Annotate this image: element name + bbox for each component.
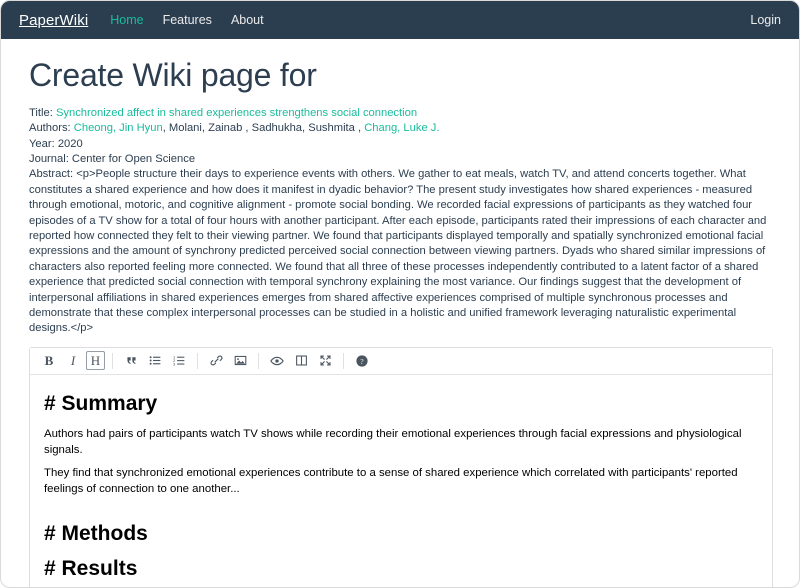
paper-abstract: Abstract: <p>People structure their days… xyxy=(29,167,771,336)
bold-icon[interactable]: B xyxy=(38,351,60,371)
unordered-list-icon[interactable] xyxy=(144,351,166,371)
markdown-editor: B I H 1 2 3 ? # Summary Authors had pair… xyxy=(29,346,773,587)
editor-heading-summary: # Summary xyxy=(44,391,158,415)
navbar-right: Login xyxy=(750,11,781,29)
editor-paragraph-2: They find that synchronized emotional ex… xyxy=(44,466,738,496)
svg-text:3: 3 xyxy=(173,362,176,367)
toolbar-separator xyxy=(112,352,113,369)
nav-item-about[interactable]: About xyxy=(231,13,264,27)
editor-heading-methods: # Methods xyxy=(44,521,148,545)
nav-links: Home Features About xyxy=(110,13,263,27)
nav-item-home[interactable]: Home xyxy=(110,13,143,27)
paper-year-value: 2020 xyxy=(57,137,83,150)
toolbar-separator xyxy=(343,352,344,369)
fullscreen-icon[interactable] xyxy=(314,351,336,371)
app-window: PaperWiki Home Features About Login Crea… xyxy=(0,0,800,588)
quote-icon[interactable] xyxy=(120,351,142,371)
paper-abstract-value: <p>People structure their days to experi… xyxy=(29,168,767,335)
editor-text-area[interactable]: # Summary Authors had pairs of participa… xyxy=(30,375,772,587)
editor-paragraph-1: Authors had pairs of participants watch … xyxy=(44,428,742,457)
author-link-2[interactable]: Chang, Luke J. xyxy=(364,122,439,134)
paper-title-row: Title: Synchronized affect in shared exp… xyxy=(29,106,771,121)
paper-year-label: Year: xyxy=(29,137,55,150)
paper-metadata: Title: Synchronized affect in shared exp… xyxy=(29,106,771,168)
paper-journal-label: Journal: xyxy=(29,153,69,166)
page-title: Create Wiki page for xyxy=(29,57,317,93)
paper-abstract-label: Abstract: xyxy=(29,168,74,181)
paper-authors-label: Authors: xyxy=(29,122,71,135)
ordered-list-icon[interactable]: 1 2 3 xyxy=(168,351,190,371)
image-icon[interactable] xyxy=(229,351,251,371)
paper-authors-row: Authors: Cheong, Jin Hyun, Molani, Zaina… xyxy=(29,121,771,136)
preview-eye-icon[interactable] xyxy=(266,351,288,371)
link-icon[interactable] xyxy=(205,351,227,371)
paper-journal-value: Center for Open Science xyxy=(71,153,196,166)
page-content: Create Wiki page for Title: Synchronized… xyxy=(1,39,799,587)
toolbar-separator xyxy=(197,352,198,369)
paper-title-link[interactable]: Synchronized affect in shared experience… xyxy=(56,107,417,119)
paper-journal-row: Journal: Center for Open Science xyxy=(29,152,771,167)
editor-toolbar: B I H 1 2 3 ? xyxy=(30,347,772,375)
help-question-icon[interactable]: ? xyxy=(351,351,373,371)
svg-text:?: ? xyxy=(360,357,363,366)
paper-title-label: Title: xyxy=(29,106,53,119)
heading-icon[interactable]: H xyxy=(86,351,105,371)
navbar: PaperWiki Home Features About Login xyxy=(1,1,799,39)
nav-item-features[interactable]: Features xyxy=(163,13,212,27)
nav-item-login[interactable]: Login xyxy=(750,13,781,27)
brand-logo[interactable]: PaperWiki xyxy=(19,12,88,29)
toolbar-separator xyxy=(258,352,259,369)
side-by-side-icon[interactable] xyxy=(290,351,312,371)
editor-heading-results: # Results xyxy=(44,556,138,580)
paper-year-row: Year: 2020 xyxy=(29,137,771,152)
author-link-1[interactable]: Cheong, Jin Hyun xyxy=(74,122,163,134)
authors-plain-text: , Molani, Zainab , Sadhukha, Sushmita , xyxy=(162,122,362,135)
italic-icon[interactable]: I xyxy=(62,351,84,371)
editor-blank-line xyxy=(44,504,758,513)
